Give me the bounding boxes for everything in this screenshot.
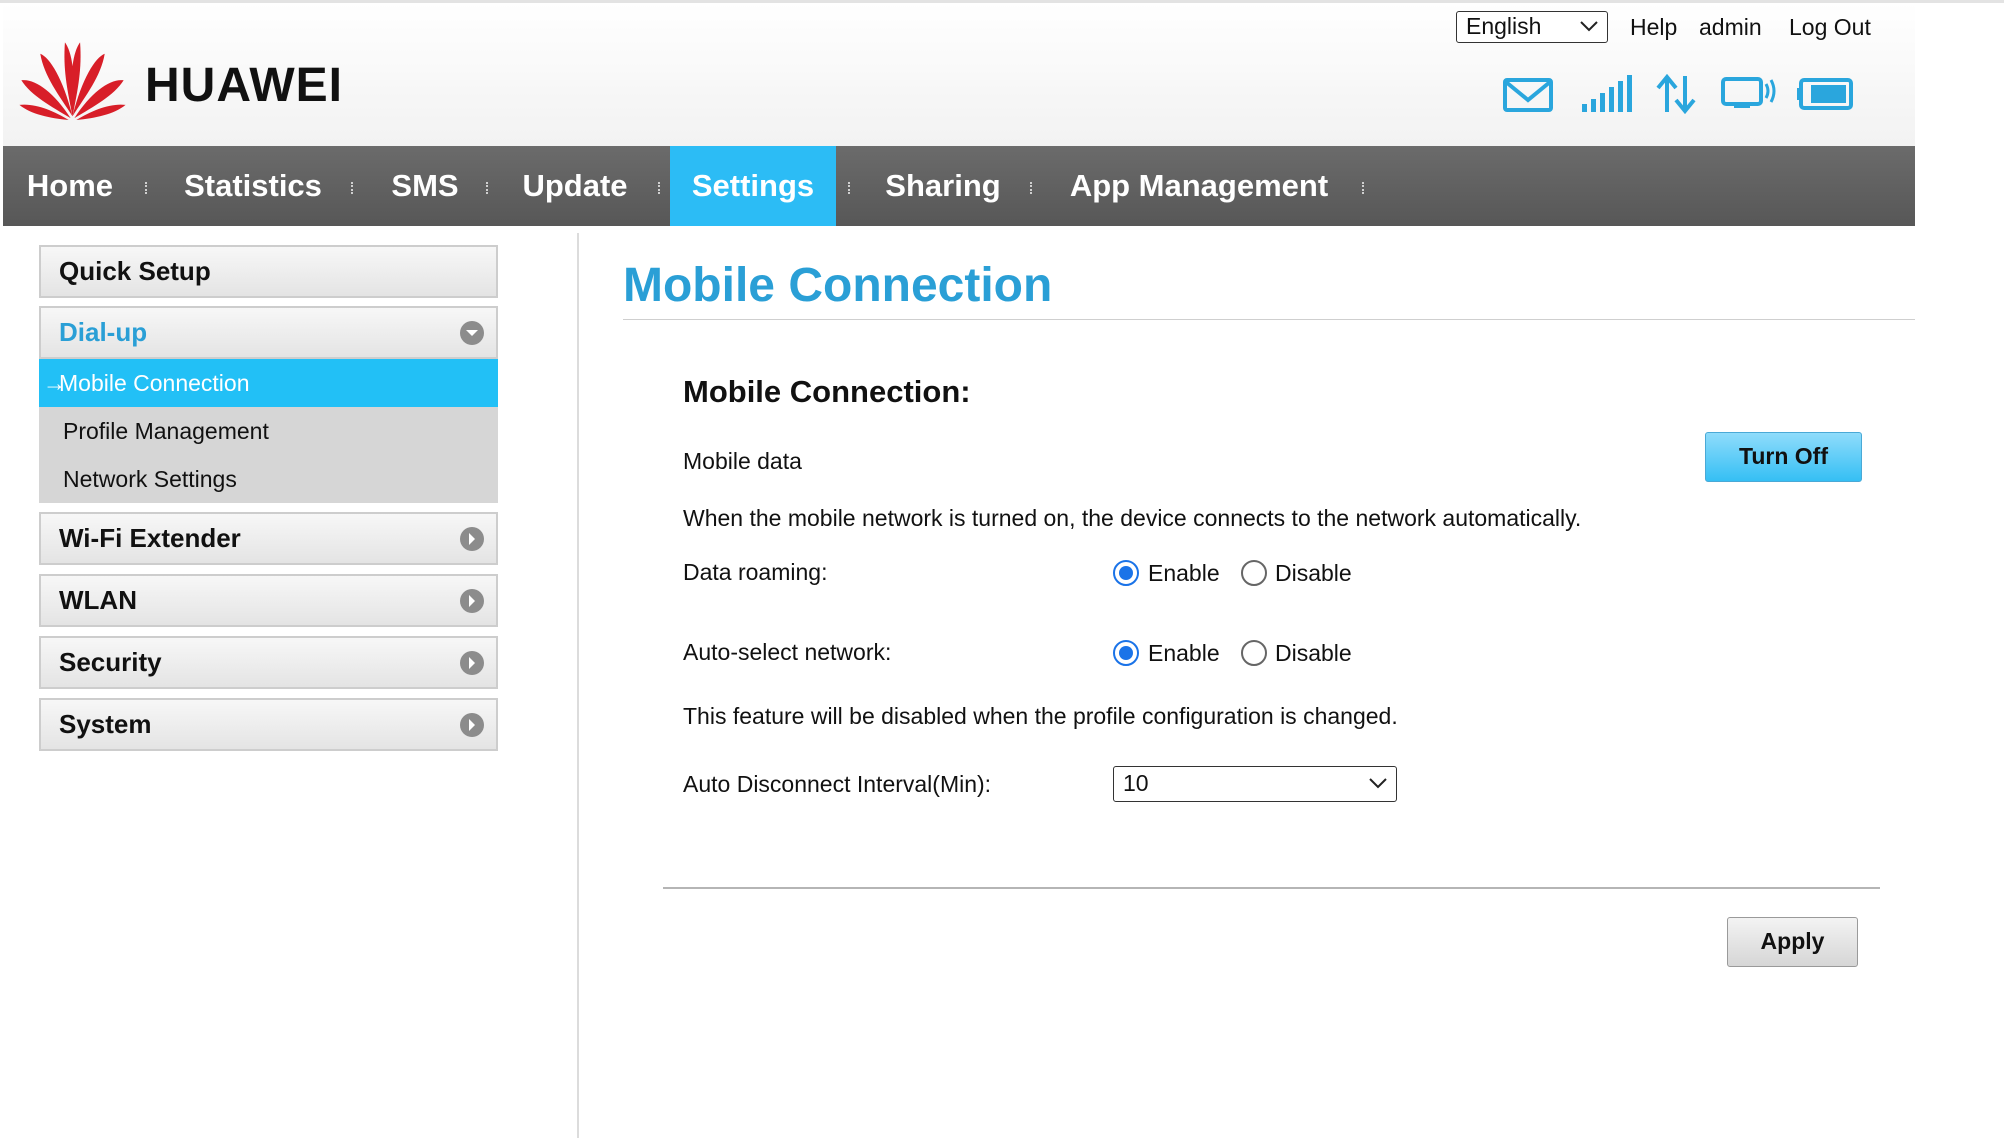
help-link[interactable]: Help <box>1630 14 1677 41</box>
chevron-down-icon <box>1369 778 1387 789</box>
signal-bars-icon <box>1582 75 1632 112</box>
data-roaming-radio-group: Enable Disable <box>1113 558 1373 588</box>
auto-select-radio-group: Enable Disable <box>1113 638 1373 668</box>
sidebar-item-network-settings[interactable]: Network Settings <box>39 455 498 503</box>
form-divider <box>663 887 1880 889</box>
chevron-right-circle-icon <box>460 713 484 737</box>
sidebar-item-label: WLAN <box>59 585 137 615</box>
sidebar-item-label: Network Settings <box>63 466 237 492</box>
auto-disconnect-label: Auto Disconnect Interval(Min): <box>683 771 992 797</box>
data-roaming-label: Data roaming: <box>683 559 828 585</box>
auto-connect-note: When the mobile network is turned on, th… <box>683 505 1582 531</box>
nav-separator <box>351 182 355 194</box>
chevron-right-circle-icon <box>460 527 484 551</box>
sidebar-item-mobile-connection[interactable]: → Mobile Connection <box>39 359 498 407</box>
sidebar-item-label: Wi-Fi Extender <box>59 523 241 553</box>
apply-button[interactable]: Apply <box>1727 917 1858 967</box>
nav-separator <box>1362 182 1366 194</box>
radio-label: Enable <box>1148 560 1220 586</box>
auto-disconnect-value: 10 <box>1123 770 1149 796</box>
huawei-logo-icon <box>19 42 126 121</box>
sidebar-item-profile-management[interactable]: Profile Management <box>39 407 498 455</box>
nav-separator <box>486 182 490 194</box>
nav-separator <box>1030 182 1034 194</box>
radio-label: Disable <box>1275 640 1352 666</box>
radio-label: Disable <box>1275 560 1352 586</box>
arrow-right-icon: → <box>43 370 66 396</box>
sidebar-item-label: System <box>59 709 152 739</box>
data-roaming-enable-radio[interactable] <box>1113 560 1139 586</box>
nav-separator <box>848 182 852 194</box>
radio-label: Enable <box>1148 640 1220 666</box>
sidebar-item-label: Quick Setup <box>59 256 211 286</box>
auto-select-disable-radio[interactable] <box>1241 640 1267 666</box>
section-title: Mobile Connection: <box>683 374 971 409</box>
main-navbar: Home Statistics SMS Update Settings Shar… <box>3 146 1915 226</box>
chevron-down-circle-icon <box>460 321 484 345</box>
auto-select-network-label: Auto-select network: <box>683 639 892 665</box>
sidebar-quick-setup[interactable]: Quick Setup <box>39 245 498 298</box>
sidebar-wifi-extender[interactable]: Wi-Fi Extender <box>39 512 498 565</box>
sidebar-security[interactable]: Security <box>39 636 498 689</box>
sidebar-system[interactable]: System <box>39 698 498 751</box>
nav-update[interactable]: Update <box>503 146 647 226</box>
sidebar-item-label: Mobile Connection <box>59 370 250 396</box>
nav-app-management[interactable]: App Management <box>1049 146 1349 226</box>
user-link[interactable]: admin <box>1699 14 1762 41</box>
auto-disconnect-select[interactable]: 10 <box>1113 766 1397 802</box>
nav-statistics[interactable]: Statistics <box>163 146 343 226</box>
chevron-down-icon <box>1580 21 1598 32</box>
mail-icon[interactable] <box>1502 74 1554 114</box>
battery-icon <box>1797 78 1853 110</box>
wifi-device-icon <box>1721 77 1776 108</box>
chevron-right-circle-icon <box>460 651 484 675</box>
sidebar-item-label: Dial-up <box>59 317 148 347</box>
chevron-right-circle-icon <box>460 589 484 613</box>
nav-sms[interactable]: SMS <box>369 146 481 226</box>
content-divider <box>577 233 579 1138</box>
sidebar-item-label: Profile Management <box>63 418 269 444</box>
sidebar-item-label: Security <box>59 647 162 677</box>
data-transfer-icon <box>1656 74 1696 114</box>
nav-separator <box>658 182 662 194</box>
nav-home[interactable]: Home <box>3 146 137 226</box>
dialup-submenu: → Mobile Connection Profile Management N… <box>39 359 498 503</box>
nav-separator <box>145 182 149 194</box>
nav-settings[interactable]: Settings <box>670 146 836 226</box>
sidebar-dialup[interactable]: Dial-up <box>39 306 498 359</box>
data-roaming-disable-radio[interactable] <box>1241 560 1267 586</box>
brand-name: HUAWEI <box>145 59 343 112</box>
profile-change-note: This feature will be disabled when the p… <box>683 703 1398 729</box>
auto-select-enable-radio[interactable] <box>1113 640 1139 666</box>
sidebar-wlan[interactable]: WLAN <box>39 574 498 627</box>
mobile-data-label: Mobile data <box>683 448 802 474</box>
language-value: English <box>1466 13 1542 39</box>
language-select[interactable]: English <box>1456 11 1608 43</box>
turn-off-button[interactable]: Turn Off <box>1705 432 1862 482</box>
nav-sharing[interactable]: Sharing <box>865 146 1021 226</box>
logout-link[interactable]: Log Out <box>1789 14 1871 41</box>
page-title: Mobile Connection <box>623 259 1053 312</box>
title-divider <box>623 319 1915 320</box>
